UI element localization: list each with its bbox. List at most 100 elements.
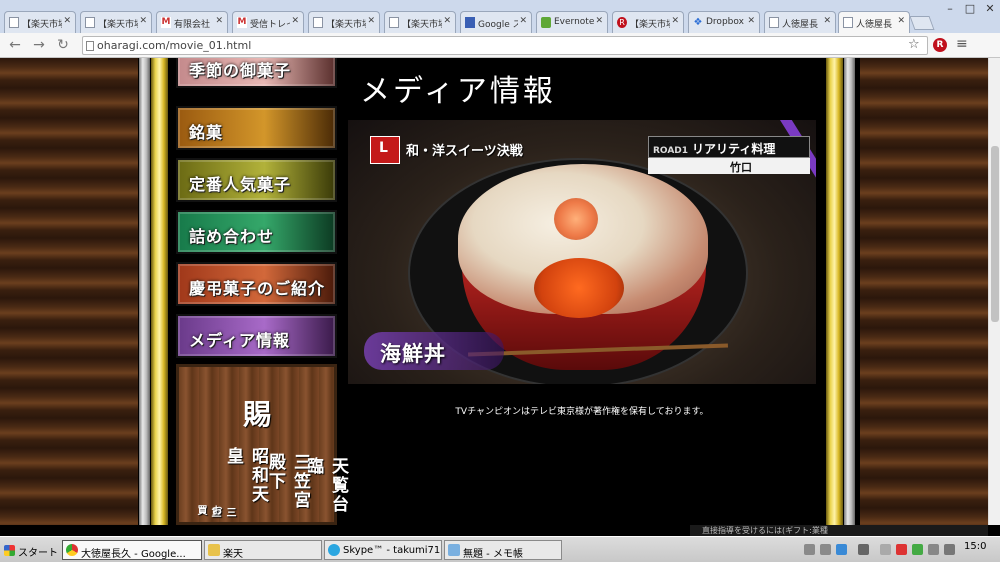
taskbar-folder[interactable]: 楽天 xyxy=(204,540,322,560)
document-icon xyxy=(313,17,323,28)
left-outer-rail xyxy=(139,58,150,525)
reload-icon[interactable]: ↻ xyxy=(54,36,72,54)
tab-10[interactable]: ❖ Dropbox ✕ xyxy=(688,11,760,33)
scrollbar-thumb[interactable] xyxy=(991,146,999,322)
volume-icon[interactable] xyxy=(944,544,955,555)
taskbar-notepad[interactable]: 無題 - メモ帳 xyxy=(444,540,562,560)
nav-ceremonial-sweets[interactable]: 慶弔菓子のご紹介 xyxy=(176,262,337,306)
left-gold-rail xyxy=(151,58,168,525)
page-scrollbar[interactable] xyxy=(988,58,1000,525)
tab-1[interactable]: 【楽天市場✕ xyxy=(4,11,76,33)
nav-popular-sweets[interactable]: 定番人気菓子 xyxy=(176,158,337,202)
url-text: oharagi.com/movie_01.html xyxy=(97,39,252,52)
document-icon xyxy=(9,17,19,28)
close-icon[interactable]: ✕ xyxy=(215,16,223,26)
document-icon xyxy=(85,17,95,28)
plaque-column-5: お買 xyxy=(195,505,221,517)
tab-label: 【楽天市場 xyxy=(630,20,670,30)
tab-label: Dropbox xyxy=(706,17,744,27)
maximize-icon[interactable]: □ xyxy=(960,2,980,16)
bookmark-star-icon[interactable]: ☆ xyxy=(908,37,920,52)
nav-seasonal-sweets[interactable]: 季節の御菓子 xyxy=(176,58,337,88)
address-bar[interactable]: oharagi.com/movie_01.html xyxy=(82,36,928,55)
tab-6[interactable]: 【楽天市場✕ xyxy=(384,11,456,33)
tab-5[interactable]: 【楽天市場✕ xyxy=(308,11,380,33)
tray-icon[interactable] xyxy=(820,544,831,555)
plaque-title: 賜 xyxy=(243,398,272,431)
tab-label: Evernote xyxy=(554,17,594,27)
taskbar-skype[interactable]: Skype™ - takumi713119 xyxy=(324,540,442,560)
badge-letter: L xyxy=(379,140,388,156)
tv-logo-badge: L xyxy=(370,136,400,164)
gmail-icon: M xyxy=(161,17,171,28)
tab-8[interactable]: Evernote ✕ xyxy=(536,11,608,33)
tab-7[interactable]: Google ス ✕ xyxy=(460,11,532,33)
network-icon[interactable] xyxy=(928,544,939,555)
skype-icon xyxy=(328,544,340,556)
tray-icon[interactable] xyxy=(896,544,907,555)
document-icon xyxy=(769,17,779,28)
back-icon[interactable]: ← xyxy=(6,36,24,54)
close-icon[interactable]: ✕ xyxy=(519,16,527,26)
keyboard-icon[interactable] xyxy=(858,544,869,555)
folder-icon xyxy=(208,544,220,556)
close-icon[interactable]: ✕ xyxy=(139,16,147,26)
tab-strip: 【楽天市場✕ 【楽天市場✕ M有限会社✕ M受信トレイ✕ 【楽天市場✕ 【楽天市… xyxy=(0,0,1000,34)
tray-icon[interactable] xyxy=(836,544,847,555)
nav-famous-sweets[interactable]: 銘菓 xyxy=(176,106,337,150)
rakuten-extension-icon[interactable]: R xyxy=(933,38,947,52)
tv-video-still[interactable]: L 和・洋スイーツ決戦 ROAD1 リアリティ料理 竹口 海鮮丼 xyxy=(348,120,816,384)
tab-11[interactable]: 人徳屋長 ✕ xyxy=(764,11,836,33)
tab-label: Google ス xyxy=(478,20,518,30)
close-icon[interactable]: ✕ xyxy=(747,16,755,26)
forward-icon[interactable]: → xyxy=(30,36,48,54)
close-icon[interactable]: ✕ xyxy=(291,16,299,26)
close-icon[interactable]: ✕ xyxy=(443,16,451,26)
close-window-icon[interactable]: ✕ xyxy=(980,2,1000,16)
minimize-icon[interactable]: – xyxy=(940,2,960,16)
close-icon[interactable]: ✕ xyxy=(823,16,831,26)
road-subtitle: 竹口 xyxy=(648,158,810,174)
tab-2[interactable]: 【楽天市場✕ xyxy=(80,11,152,33)
clock[interactable]: 15:0 xyxy=(964,541,986,552)
close-icon[interactable]: ✕ xyxy=(63,16,71,26)
google-icon xyxy=(465,17,475,28)
tab-label: 【楽天市場 xyxy=(22,20,62,30)
right-gold-rail xyxy=(826,58,843,525)
browser-window: 【楽天市場✕ 【楽天市場✕ M有限会社✕ M受信トレイ✕ 【楽天市場✕ 【楽天市… xyxy=(0,0,1000,562)
video-caption-top: 和・洋スイーツ決戦 xyxy=(406,144,523,159)
start-button[interactable]: スタート xyxy=(2,540,58,560)
start-label: スタート xyxy=(18,548,58,559)
web-page: 季節の御菓子 銘菓 定番人気菓子 詰め合わせ 慶弔菓子のご紹介 メディア情報 賜… xyxy=(0,58,988,525)
page-icon xyxy=(86,41,94,51)
nav-media-info[interactable]: メディア情報 xyxy=(176,314,337,358)
tab-label: 人徳屋長 xyxy=(856,20,893,30)
nav-assortments[interactable]: 詰め合わせ xyxy=(176,210,337,254)
tab-4[interactable]: M受信トレイ✕ xyxy=(232,11,304,33)
imperial-plaque: 賜 天覧台臨 三笠宮殿下 昭和天皇 三重 お買 xyxy=(176,364,348,525)
evernote-icon xyxy=(541,17,551,28)
taskbar-label: 大徳屋長久 - Google... xyxy=(81,549,186,560)
chrome-icon xyxy=(66,544,78,556)
tab-9[interactable]: R【楽天市場✕ xyxy=(612,11,684,33)
menu-icon[interactable]: ≡ xyxy=(956,36,968,52)
tray-icon[interactable] xyxy=(804,544,815,555)
taskbar-label: 無題 - メモ帳 xyxy=(463,549,523,560)
new-tab-button[interactable] xyxy=(909,16,935,30)
tray-icon[interactable] xyxy=(912,544,923,555)
document-icon xyxy=(843,17,853,28)
close-icon[interactable]: ✕ xyxy=(671,16,679,26)
close-icon[interactable]: ✕ xyxy=(897,16,905,26)
tab-label: 人徳屋長 xyxy=(782,20,819,30)
close-icon[interactable]: ✕ xyxy=(367,16,375,26)
taskbar-chrome[interactable]: 大徳屋長久 - Google... xyxy=(62,540,202,560)
download-shelf-peek: 直接指導を受けるには(ギフト:業種 xyxy=(690,525,988,536)
taskbar-label: 楽天 xyxy=(223,549,243,560)
close-icon[interactable]: ✕ xyxy=(595,16,603,26)
tray-icon[interactable] xyxy=(880,544,891,555)
document-icon xyxy=(389,17,399,28)
dropbox-icon: ❖ xyxy=(693,17,703,28)
tab-12-active[interactable]: 人徳屋長 ✕ xyxy=(838,11,910,34)
road-title: リアリティ料理 xyxy=(692,142,776,156)
tab-3[interactable]: M 有限会社 ✕ xyxy=(156,11,228,33)
